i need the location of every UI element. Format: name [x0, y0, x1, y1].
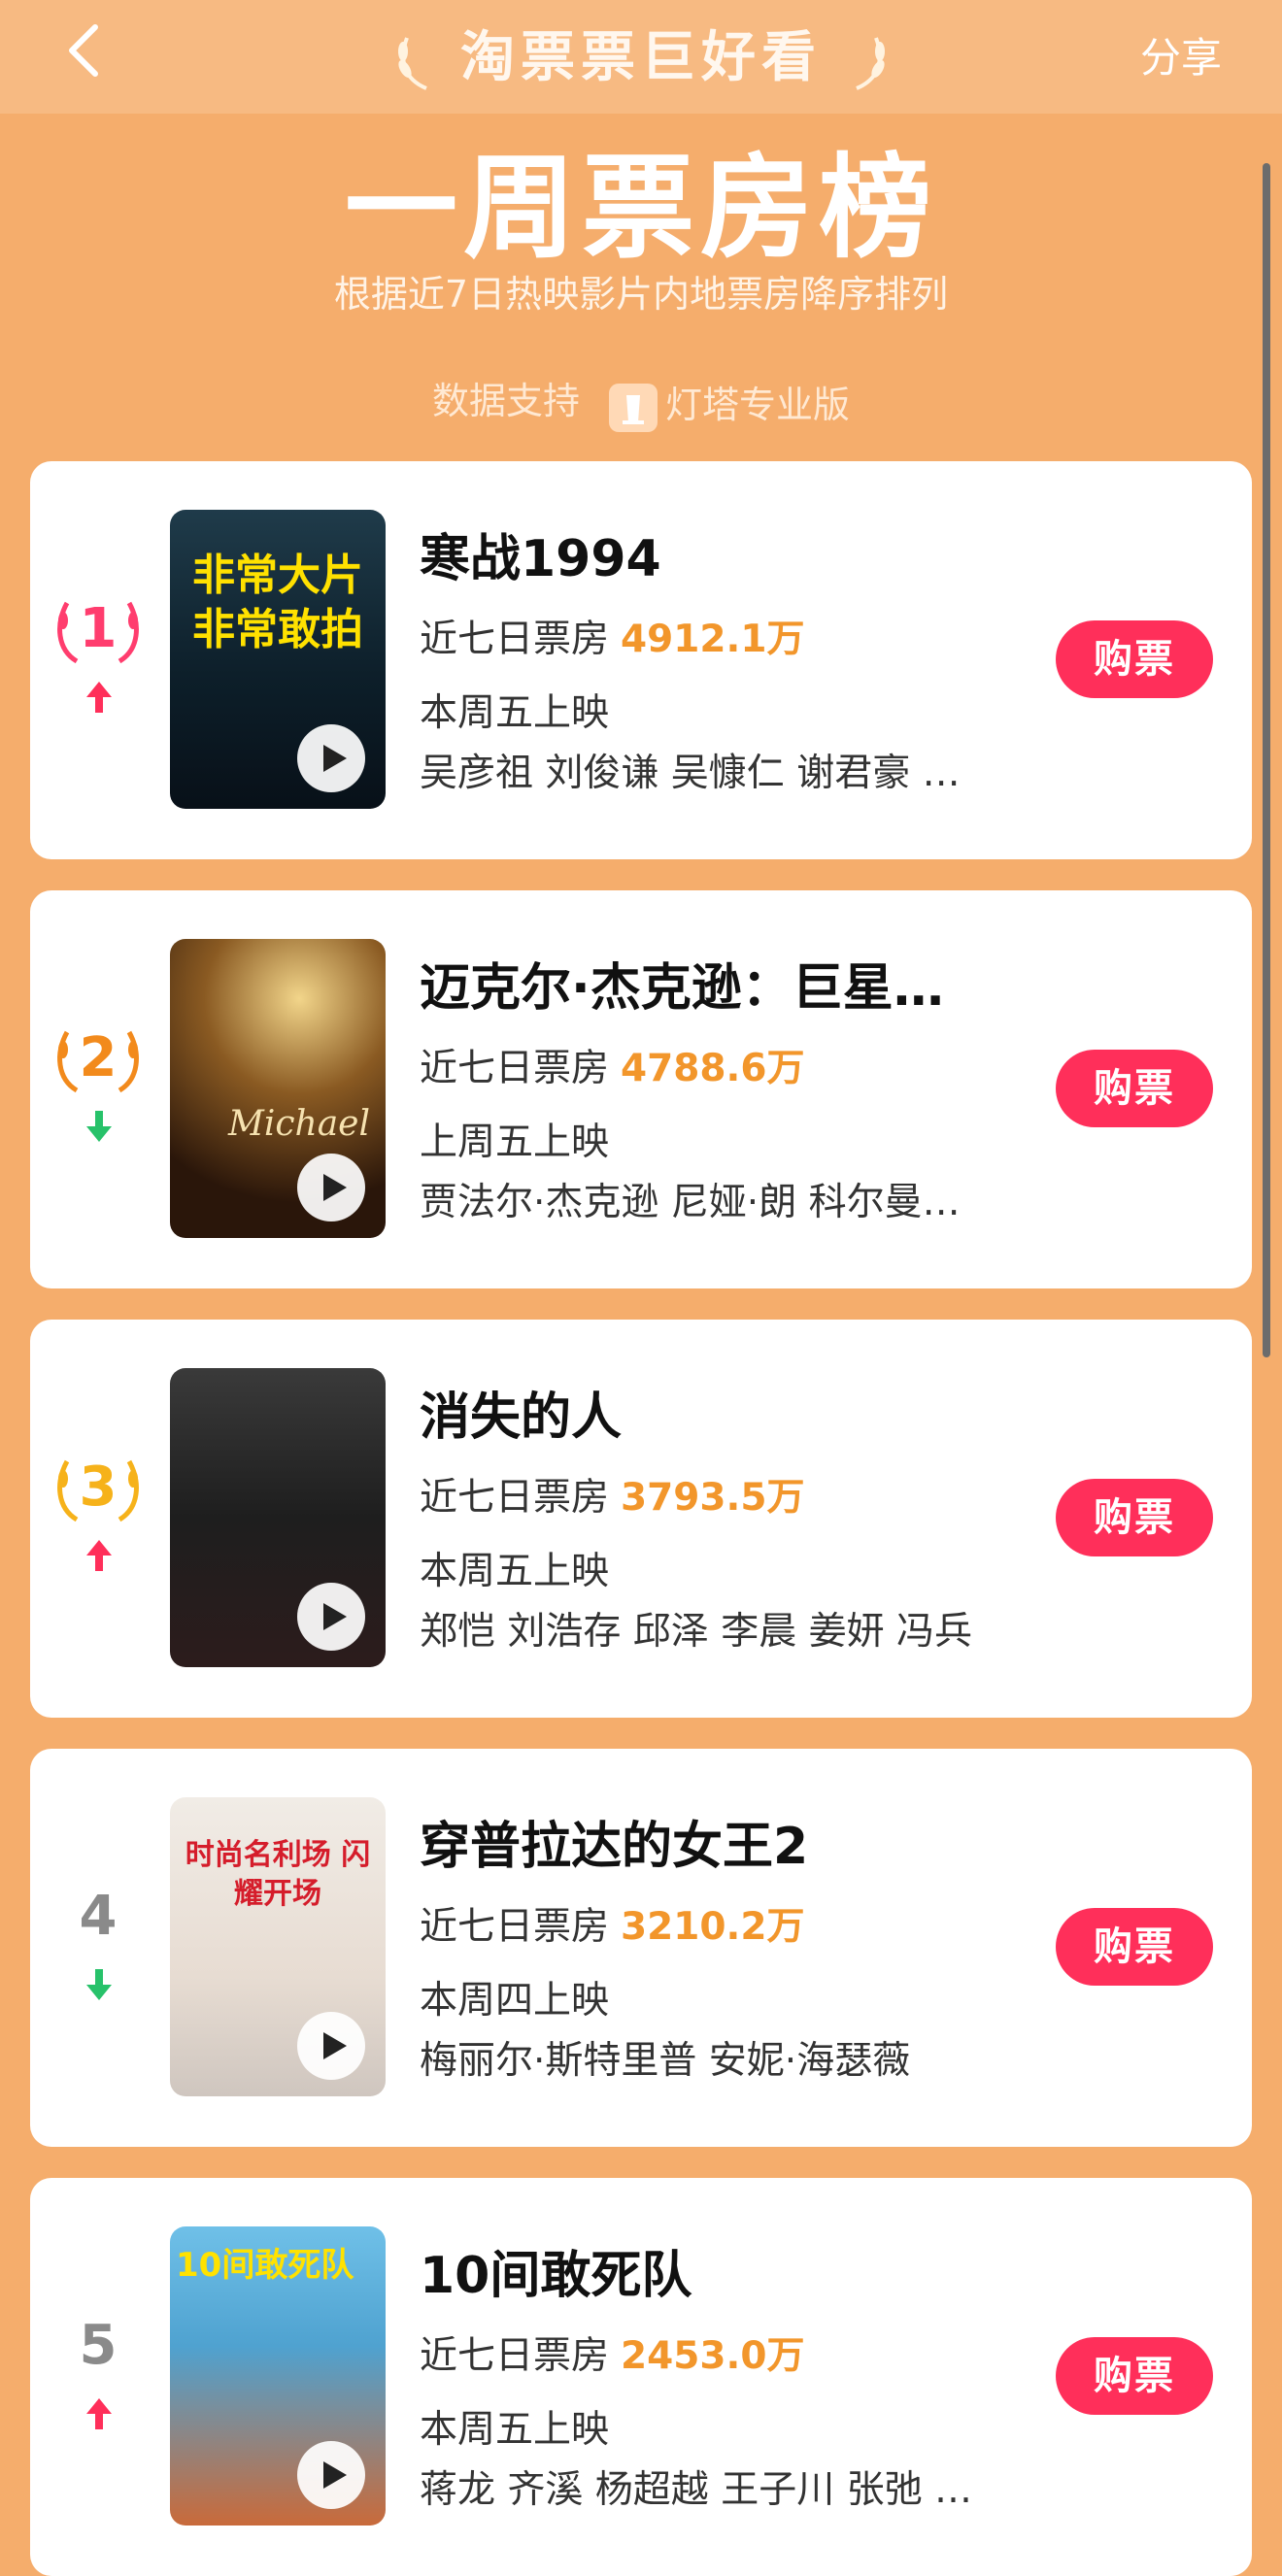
trend-down-icon [86, 1969, 112, 2000]
box-office-label: 近七日票房 [420, 1905, 610, 1949]
movie-card[interactable]: 5 10间敢死队 10间敢死队 近七日票房 2453.0万 本周五上映 蒋龙 齐溪… [30, 2178, 1252, 2576]
play-icon[interactable] [297, 1154, 365, 1221]
trend-up-icon [86, 1540, 112, 1571]
box-office-value: 3210.2万 [621, 1905, 805, 1949]
movie-poster[interactable] [170, 1368, 386, 1667]
box-office-row: 近七日票房 3210.2万 [420, 1896, 805, 1951]
box-office-label: 近七日票房 [420, 618, 610, 661]
poster-text: 10间敢死队 [176, 2246, 354, 2285]
box-office-row: 近七日票房 4788.6万 [420, 1038, 805, 1092]
movie-card[interactable]: 3 消失的人 近七日票房 3793.5万 本周五上映 郑恺 刘浩存 邱泽 李晨 姜… [30, 1320, 1252, 1718]
rank-badge: 3 [50, 1444, 147, 1531]
buy-ticket-button[interactable]: 购票 [1056, 1479, 1213, 1556]
scrollbar[interactable] [1263, 163, 1270, 1357]
rank-badge: 1 [50, 585, 147, 673]
data-support: 数据支持 灯塔专业版 [0, 371, 1282, 432]
support-name: 灯塔专业版 [665, 384, 851, 427]
laurel-left-icon [397, 37, 427, 90]
cast-list: 梅丽尔·斯特里普 安妮·海瑟薇 [420, 2039, 911, 2083]
movie-title: 穿普拉达的女王2 [420, 1818, 809, 1876]
movie-title: 寒战1994 [420, 530, 661, 588]
rank-number: 5 [79, 2314, 118, 2377]
release-info: 上周五上映 [420, 1121, 610, 1164]
box-office-label: 近七日票房 [420, 2334, 610, 2378]
dengta-logo: 灯塔专业版 [609, 375, 850, 432]
movie-card[interactable]: 4 时尚名利场 闪耀开场 穿普拉达的女王2 近七日票房 3210.2万 本周四上映… [30, 1749, 1252, 2147]
support-prefix: 数据支持 [431, 380, 580, 422]
cast-list: 贾法尔·杰克逊 尼娅·朗 科尔曼… [420, 1181, 961, 1224]
movie-title: 10间敢死队 [420, 2247, 692, 2305]
rank-number: 2 [79, 1026, 118, 1089]
box-office-value: 3793.5万 [621, 1476, 805, 1520]
box-office-value: 2453.0万 [621, 2334, 805, 2378]
release-info: 本周五上映 [420, 691, 610, 735]
release-info: 本周五上映 [420, 2408, 610, 2452]
box-office-value: 4912.1万 [621, 618, 805, 661]
dengta-icon [609, 383, 658, 432]
movie-title: 消失的人 [420, 1388, 623, 1447]
play-icon[interactable] [297, 2441, 365, 2509]
box-office-row: 近七日票房 2453.0万 [420, 2325, 805, 2380]
page-subtitle: 根据近7日热映影片内地票房降序排列 [333, 273, 949, 316]
movie-card[interactable]: 2 Michael 迈克尔·杰克逊：巨星… 近七日票房 4788.6万 上周五上映… [30, 890, 1252, 1288]
rank-number: 3 [79, 1455, 118, 1519]
rank-badge: 2 [50, 1015, 147, 1102]
poster-text: 时尚名利场 闪耀开场 [185, 1838, 371, 1911]
buy-ticket-button[interactable]: 购票 [1056, 620, 1213, 698]
rank-badge: 5 [50, 2302, 147, 2390]
trend-down-icon [86, 1111, 112, 1142]
movie-poster[interactable]: 时尚名利场 闪耀开场 [170, 1797, 386, 2096]
box-office-value: 4788.6万 [621, 1047, 805, 1090]
box-office-row: 近七日票房 3793.5万 [420, 1467, 805, 1522]
play-icon[interactable] [297, 2012, 365, 2080]
rank-number: 4 [79, 1885, 118, 1948]
cast-list: 吴彦祖 刘俊谦 吴慷仁 谢君豪 … [420, 752, 961, 795]
share-button[interactable]: 分享 [1140, 25, 1222, 84]
brand-text: 淘票票巨好看 [460, 26, 822, 89]
release-info: 本周五上映 [420, 1550, 610, 1593]
movie-poster[interactable]: 10间敢死队 [170, 2226, 386, 2526]
play-icon[interactable] [297, 1583, 365, 1651]
cast-list: 蒋龙 齐溪 杨超越 王子川 张弛 … [420, 2468, 972, 2512]
play-icon[interactable] [297, 724, 365, 792]
poster-text: 非常大片 非常敢拍 [192, 551, 363, 654]
rank-badge: 4 [50, 1873, 147, 1960]
buy-ticket-button[interactable]: 购票 [1056, 1050, 1213, 1127]
page-title: 一周票房榜 [345, 143, 937, 274]
cast-list: 郑恺 刘浩存 邱泽 李晨 姜妍 冯兵 [420, 1610, 972, 1654]
rank-number: 1 [79, 597, 118, 660]
poster-text: Michael [228, 1104, 371, 1144]
release-info: 本周四上映 [420, 1979, 610, 2023]
box-office-row: 近七日票房 4912.1万 [420, 609, 805, 663]
box-office-label: 近七日票房 [420, 1047, 610, 1090]
brand-title: 淘票票巨好看 [0, 14, 1282, 92]
laurel-right-icon [855, 37, 885, 90]
box-office-label: 近七日票房 [420, 1476, 610, 1520]
movie-poster[interactable]: Michael [170, 939, 386, 1238]
movie-card[interactable]: 1 非常大片 非常敢拍 寒战1994 近七日票房 4912.1万 本周五上映 吴彦… [30, 461, 1252, 859]
buy-ticket-button[interactable]: 购票 [1056, 1908, 1213, 1986]
buy-ticket-button[interactable]: 购票 [1056, 2337, 1213, 2415]
trend-up-icon [86, 682, 112, 713]
trend-up-icon [86, 2398, 112, 2429]
movie-poster[interactable]: 非常大片 非常敢拍 [170, 510, 386, 809]
top-bar: 淘票票巨好看 分享 [0, 0, 1282, 114]
movie-title: 迈克尔·杰克逊：巨星… [420, 959, 944, 1018]
